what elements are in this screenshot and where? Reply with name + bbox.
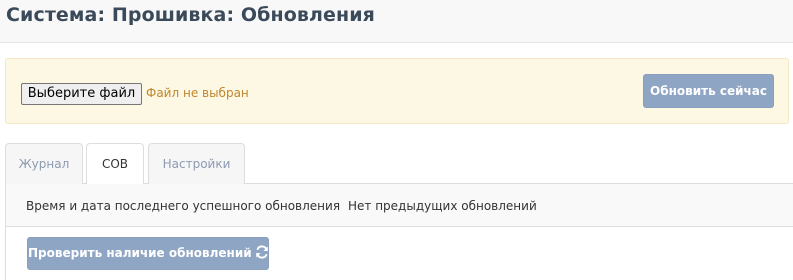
update-now-button[interactable]: Обновить сейчас [643,74,774,108]
firmware-upload-bar: Выберите файл Файл не выбран Обновить се… [5,58,789,124]
check-updates-label: Проверить наличие обновлений [28,246,252,260]
last-update-row: Время и дата последнего успешного обновл… [6,184,793,227]
check-updates-button[interactable]: Проверить наличие обновлений [27,237,269,270]
tab-settings[interactable]: Настройки [148,143,245,184]
file-status-text: Файл не выбран [146,86,249,100]
choose-file-button[interactable]: Выберите файл [21,83,142,105]
last-update-label: Время и дата последнего успешного обновл… [26,199,341,213]
page-title: Система: Прошивка: Обновления [6,4,375,26]
tab-bar: Журнал СОВ Настройки [5,143,793,185]
tab-cob[interactable]: СОВ [86,143,144,185]
tab-journal[interactable]: Журнал [5,143,83,184]
refresh-icon [255,245,268,259]
page-header: Система: Прошивка: Обновления [0,0,793,43]
tab-panel-cob: Время и дата последнего успешного обновл… [5,184,793,280]
last-update-value: Нет предыдущих обновлений [348,199,537,213]
